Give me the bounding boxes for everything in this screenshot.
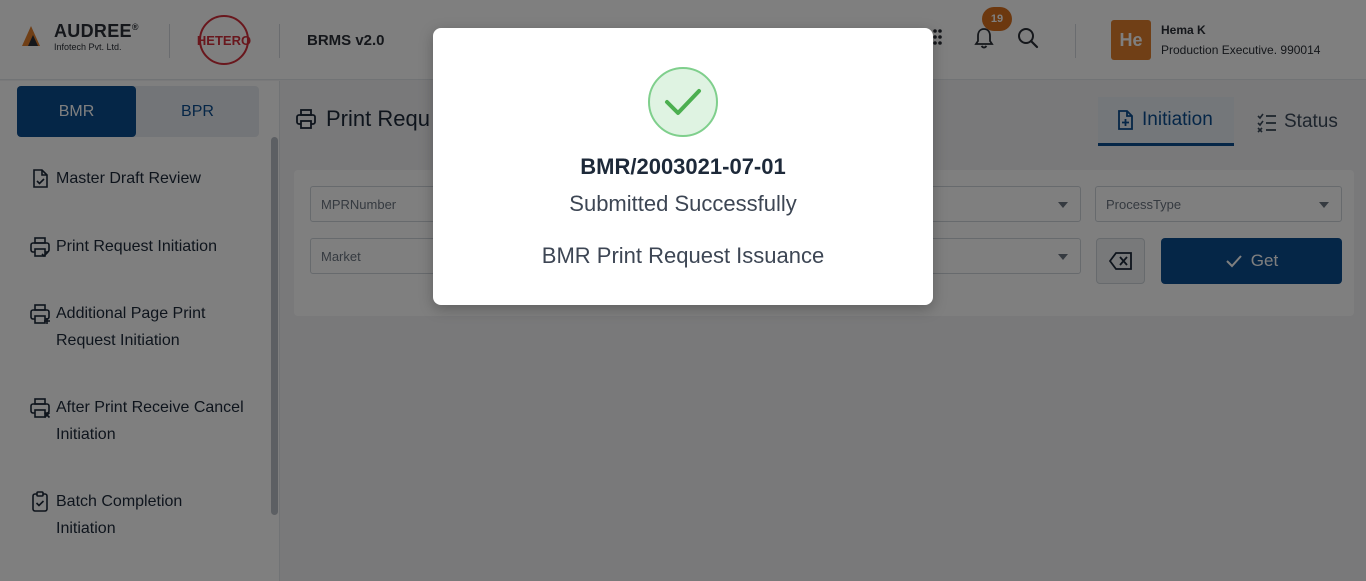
success-sub-message: BMR Print Request Issuance [541,243,825,268]
success-dialog: BMR/2003021-07-01 Submitted Successfully… [433,28,933,305]
success-check-icon [648,67,718,137]
success-message: Submitted Successfully [569,191,797,216]
record-id: BMR/2003021-07-01 [580,154,786,179]
